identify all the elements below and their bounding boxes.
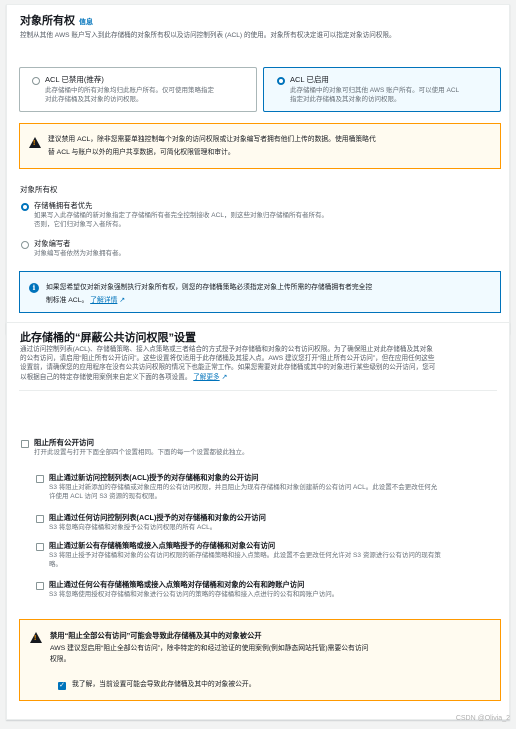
ownership-heading: 对象所有权 信息 (20, 14, 93, 29)
object-writer-radio[interactable] (21, 241, 29, 249)
block-any-acl-label[interactable]: 阻止通过任何访问控制列表(ACL)授予的对存储桶和对象的公开访问 (49, 513, 266, 523)
info-alert-line-2-text: 制标准 ACL。 (46, 297, 89, 304)
object-ownership-panel: 对象所有权 信息 控制从其他 AWS 账户写入到此存储桶的对象所有权以及访问控制列… (6, 4, 510, 334)
block-any-acl-desc: S3 将忽略向存储桶和对象授予公有访问权限的所有 ACL。 (49, 524, 217, 531)
block-desc-line-4-text: 以根据自己的特定存储使用案例来自定义下面的各项设置。 (20, 374, 192, 381)
info-icon: i (29, 283, 39, 293)
block-all-checkbox[interactable] (21, 440, 29, 448)
block-new-acl-desc-2: 许使用 ACL 访问 S3 资源的现有权限。 (49, 493, 162, 500)
acl-enabled-tile[interactable]: ACL 已启用 此存储桶中的对象可归其他 AWS 账户所有。可以使用 ACL 指… (263, 67, 501, 112)
bucket-owner-preferred-label[interactable]: 存储桶拥有者优先 (34, 201, 92, 211)
acl-enabled-radio[interactable] (277, 77, 285, 85)
block-any-policy-label[interactable]: 阻止通过任何公有存储桶策略或接入点策略对存储桶和对象的公有和跨账户访问 (49, 580, 304, 590)
block-new-policy-desc-2: 略。 (49, 561, 62, 568)
acl-disabled-title: ACL 已禁用(推荐) (45, 75, 104, 84)
acl-disabled-radio[interactable] (32, 77, 40, 85)
acl-enabled-desc-1: 此存储桶中的对象可归其他 AWS 账户所有。可以使用 ACL (290, 87, 460, 94)
block-desc-line-1: 通过访问控制列表(ACL)、存储桶策略、接入点策略或三者结合的方式授予对存储桶和… (20, 346, 433, 353)
object-writer-label[interactable]: 对象编写者 (34, 239, 70, 249)
info-alert-line-2: 制标准 ACL。 了解详情 ↗ (46, 296, 125, 305)
owner-options-label: 对象所有权 (20, 185, 58, 194)
learn-more-link[interactable]: 了解更多 (193, 374, 219, 381)
watermark: CSDN @Olivia_2 (455, 714, 510, 722)
bucket-owner-preferred-desc-2: 否则，它们归对象写入者所有。 (34, 221, 125, 228)
acl-enabled-desc-2: 指定对此存储桶及其对象的访问权限。 (290, 96, 401, 103)
block-public-access-title: 此存储桶的“屏蔽公共访问权限”设置 (20, 332, 196, 344)
block-new-policy-desc-1: S3 将阻止授予对存储桶和对象的公有访问权限的新存储桶策略和接入点策略。此设置不… (49, 552, 441, 559)
acl-disabled-desc-2: 对此存储桶及其对象的访问权限。 (45, 96, 143, 103)
block-any-acl-checkbox[interactable] (36, 515, 44, 523)
acknowledge-label[interactable]: 我了解，当前设置可能会导致此存储桶及其中的对象被公开。 (72, 680, 256, 689)
block-all-label[interactable]: 阻止所有公开访问 (34, 438, 94, 448)
block-new-acl-desc-1: S3 将阻止对新添加的存储桶或对象应用的公有访问权限，并且阻止为现有存储桶和对象… (49, 484, 438, 491)
external-link-icon: ↗ (221, 374, 228, 381)
block-any-policy-checkbox[interactable] (36, 582, 44, 590)
acl-enabled-title: ACL 已启用 (290, 75, 329, 84)
public-access-warning-alert: 禁用“阻止全部公有访问”可能会导致此存储桶及其中的对象被公开 AWS 建议您启用… (19, 619, 501, 701)
learn-details-link[interactable]: 了解详情 (90, 297, 117, 304)
acknowledge-checkbox[interactable]: ✓ (58, 682, 66, 690)
public-access-warning-title: 禁用“阻止全部公有访问”可能会导致此存储桶及其中的对象被公开 (50, 631, 262, 640)
block-all-desc: 打开此设置与打开下面全部四个设置相同。下面的每一个设置都彼此独立。 (34, 449, 249, 456)
ownership-info-link[interactable]: 信息 (79, 19, 93, 26)
block-new-policy-label[interactable]: 阻止通过新公有存储桶策略或接入点策略授予的存储桶和对象公有访问 (49, 541, 275, 551)
ownership-description: 控制从其他 AWS 账户写入到此存储桶的对象所有权以及访问控制列表 (ACL) … (20, 32, 396, 39)
block-new-policy-checkbox[interactable] (36, 543, 44, 551)
block-new-acl-checkbox[interactable] (36, 475, 44, 483)
block-any-policy-desc: S3 将忽略使用授权对存储桶和对象进行公有访问的策略的存储桶和接入点进行的公有和… (49, 591, 339, 598)
block-public-access-panel: 此存储桶的“屏蔽公共访问权限”设置 通过访问控制列表(ACL)、存储桶策略、接入… (6, 322, 510, 720)
ownership-title: 对象所有权 (20, 15, 75, 27)
block-desc-line-2: 的公有访问，请启用“阻止所有公开访问”。这些设置将仅适用于此存储桶及其接入点。A… (20, 355, 435, 362)
public-access-warning-line-2: 权限。 (50, 656, 71, 663)
divider (19, 390, 497, 391)
ownership-info-alert: i 如果您希望仅对新对象强制执行对象所有权，则您的存储桶策略必须指定对象上传所需… (19, 271, 501, 313)
bucket-owner-preferred-desc-1: 如果写入此存储桶的新对象指定了存储桶所有者完全控制接收 ACL，则这些对象归存储… (34, 212, 328, 219)
object-writer-desc: 对象编写者依然为对象拥有者。 (34, 250, 125, 257)
warning-icon (30, 632, 42, 643)
block-desc-line-3: 设置前，请确保您的应用程序在没有公共访问权限的情况下也能正常工作。如果您需要对此… (20, 364, 436, 371)
acl-warning-line-2: 替 ACL 与账户以外的用户共享数据，可简化权限管理和审计。 (48, 149, 235, 156)
acl-warning-line-1: 建议禁用 ACL，除非您需要单独控制每个对象的访问权限或让对象编写者拥有他们上传… (48, 136, 376, 143)
warning-icon (29, 137, 41, 148)
bucket-owner-preferred-radio[interactable] (21, 203, 29, 211)
info-alert-line-1: 如果您希望仅对新对象强制执行对象所有权，则您的存储桶策略必须指定对象上传所需的存… (46, 284, 373, 291)
acl-disabled-desc-1: 此存储桶中的所有对象均归此账户所有。仅可使用策略指定 (45, 87, 214, 94)
public-access-warning-line-1: AWS 建议您启用“阻止全部公有访问”，除非特定的和经过验证的使用案例(例如静态… (50, 645, 369, 652)
external-link-icon: ↗ (119, 297, 126, 304)
acl-warning-alert: 建议禁用 ACL，除非您需要单独控制每个对象的访问权限或让对象编写者拥有他们上传… (19, 123, 501, 169)
block-new-acl-label[interactable]: 阻止通过新访问控制列表(ACL)授予的对存储桶和对象的公开访问 (49, 473, 259, 483)
acl-disabled-tile[interactable]: ACL 已禁用(推荐) 此存储桶中的所有对象均归此账户所有。仅可使用策略指定 对… (19, 67, 257, 112)
block-desc-line-4: 以根据自己的特定存储使用案例来自定义下面的各项设置。 了解更多 ↗ (20, 373, 227, 383)
